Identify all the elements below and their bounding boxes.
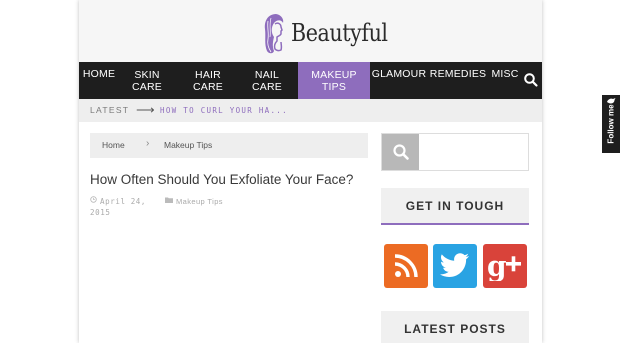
- latest-ticker: LATEST ⟶ HOW TO CURL YOUR HA...: [79, 99, 542, 122]
- nav-label: REMEDIES: [429, 68, 487, 80]
- post-title[interactable]: How Often Should You Exfoliate Your Face…: [90, 172, 353, 187]
- nav-item-makeup-tips[interactable]: MAKEUP TIPS: [298, 62, 370, 99]
- sidebar-search-input[interactable]: [420, 134, 528, 170]
- twitter-button[interactable]: [433, 244, 477, 288]
- site-logo[interactable]: Beautyful: [262, 11, 403, 55]
- latest-posts-widget-header: LATEST POSTS: [381, 311, 529, 343]
- rss-icon: [394, 254, 418, 278]
- site-header: Beautyful: [79, 0, 542, 62]
- nav-label: HAIR CARE: [193, 68, 223, 93]
- google-plus-button[interactable]: g: [483, 244, 527, 288]
- chevron-right-icon: ›: [146, 138, 150, 149]
- widget-title: GET IN TOUGH: [405, 198, 505, 213]
- arrow-right-icon: ⟶: [136, 102, 155, 117]
- nav-label: SKIN CARE: [132, 68, 162, 93]
- follow-me-label: Follow me: [606, 104, 616, 144]
- breadcrumb: Home › Makeup Tips: [90, 133, 368, 158]
- twitter-icon: [440, 253, 469, 277]
- nav-item-glamour[interactable]: GLAMOUR: [371, 62, 427, 99]
- nav-label: GLAMOUR: [371, 68, 427, 80]
- nav-label: MISC: [491, 68, 519, 80]
- nav-item-misc[interactable]: MISC: [489, 62, 521, 99]
- widget-title: LATEST POSTS: [404, 321, 506, 336]
- nav-item-home[interactable]: HOME: [79, 62, 119, 99]
- nav-item-remedies[interactable]: REMEDIES: [430, 62, 486, 99]
- get-in-touch-widget-header: GET IN TOUGH: [381, 188, 529, 225]
- rss-button[interactable]: [384, 244, 428, 288]
- breadcrumb-category-link[interactable]: Makeup Tips: [164, 140, 212, 150]
- follow-me-tab[interactable]: Follow me: [602, 95, 620, 153]
- nav-item-skin-care[interactable]: SKIN CARE: [127, 62, 167, 99]
- woman-profile-logo-icon: [264, 14, 284, 54]
- site-name: Beautyful: [291, 19, 388, 47]
- post-category-link[interactable]: Makeup Tips: [165, 196, 225, 207]
- latest-headline-link[interactable]: HOW TO CURL YOUR HA...: [160, 106, 288, 115]
- nav-label: NAIL CARE: [252, 68, 282, 93]
- google-plus-icon: g: [487, 251, 521, 281]
- nav-label: HOME: [82, 68, 116, 80]
- main-nav: HOME SKIN CARE HAIR CARE NAIL CARE MAKEUP TI…: [79, 62, 542, 99]
- sidebar-search: [381, 133, 529, 171]
- sidebar-search-button[interactable]: [382, 134, 419, 170]
- latest-label: LATEST: [90, 105, 130, 115]
- nav-item-hair-care[interactable]: HAIR CARE: [188, 62, 228, 99]
- search-icon: [392, 144, 409, 160]
- nav-label: MAKEUP TIPS: [311, 68, 357, 93]
- search-icon[interactable]: [523, 72, 539, 88]
- page-container: Beautyful HOME SKIN CARE HAIR CARE NAIL CAR…: [79, 0, 542, 343]
- svg-text:g: g: [487, 251, 507, 281]
- post-date: April 24, 2015: [90, 197, 147, 217]
- nav-item-nail-care[interactable]: NAIL CARE: [247, 62, 287, 99]
- breadcrumb-home-link[interactable]: Home: [102, 140, 125, 150]
